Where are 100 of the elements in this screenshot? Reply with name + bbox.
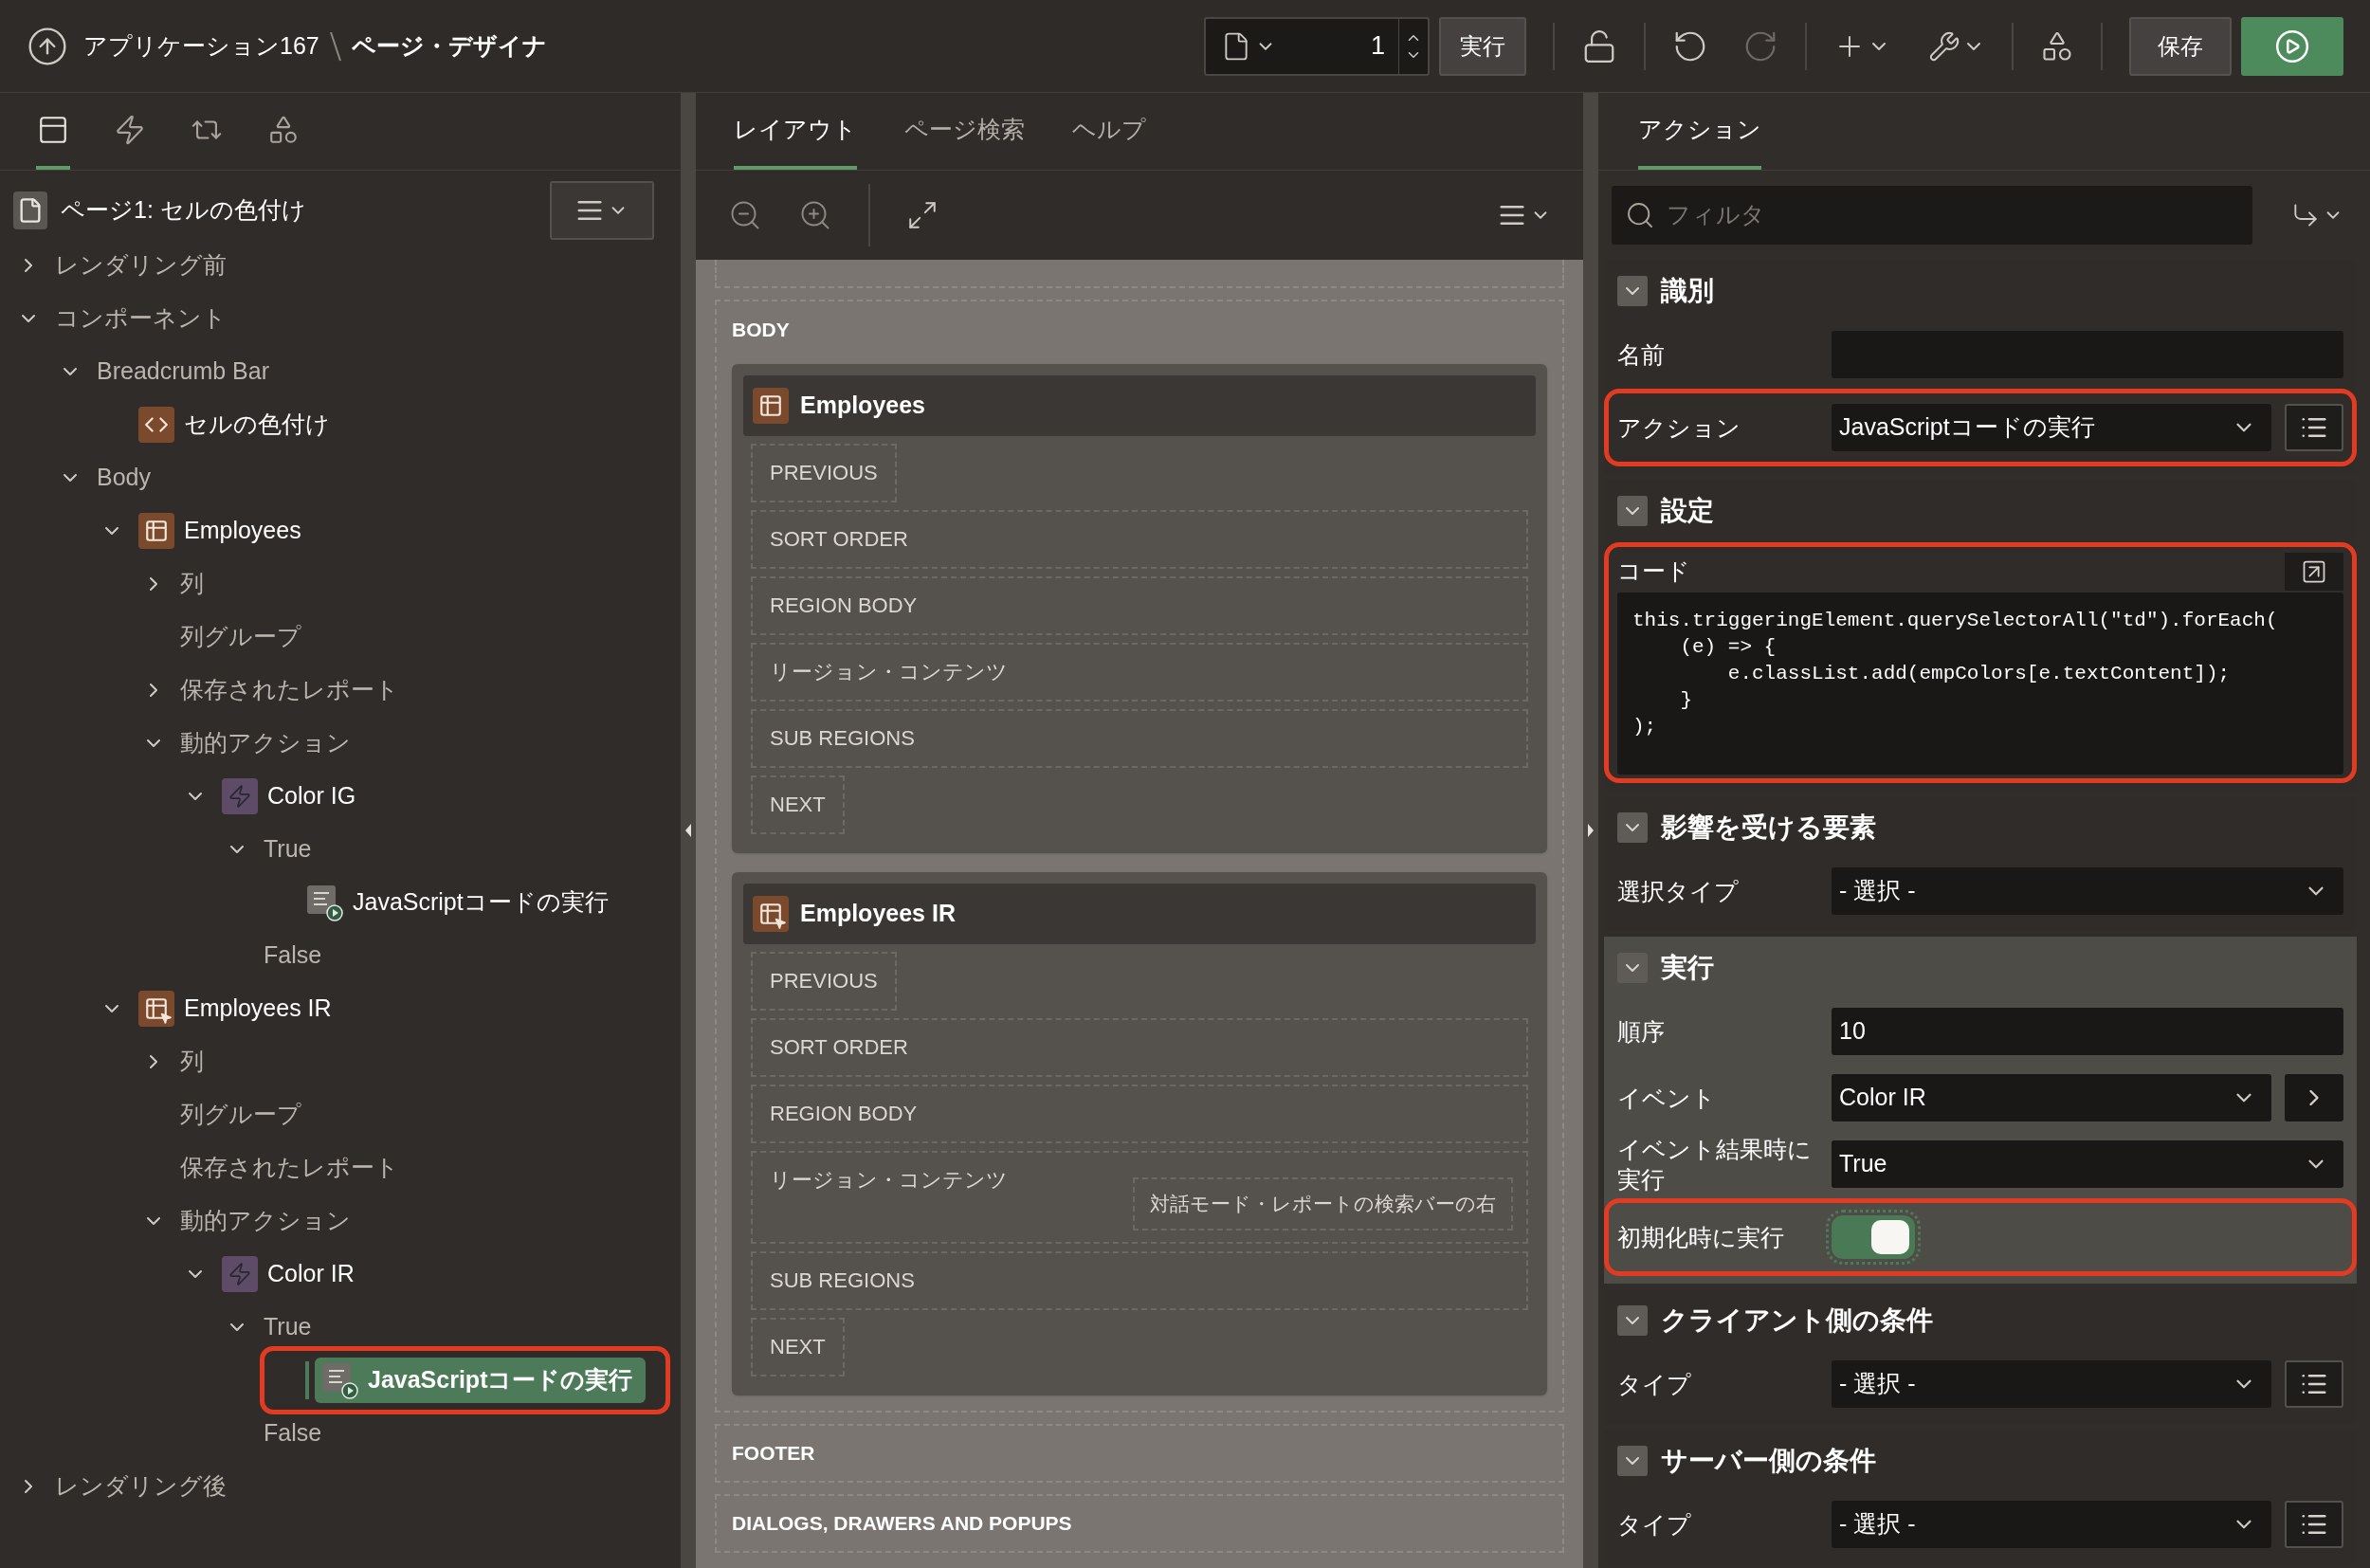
- layout-slot[interactable]: SUB REGIONS: [751, 1250, 1528, 1310]
- table-icon: [138, 513, 174, 549]
- page-number: 1: [1369, 30, 1386, 63]
- tree-item[interactable]: 保存されたレポート: [180, 672, 399, 708]
- expand-editor-button[interactable]: [2285, 553, 2343, 591]
- layout-area[interactable]: DIALOGS, DRAWERS AND POPUPS: [715, 1493, 1564, 1553]
- layout-slot[interactable]: REGION BODY: [751, 1084, 1528, 1143]
- area-label: BODY: [732, 318, 791, 342]
- table-cursor-icon: [138, 991, 174, 1027]
- tree-item[interactable]: JavaScriptコードの実行: [305, 884, 609, 921]
- code-editor[interactable]: this.triggeringElement.querySelectorAll("td").forEach( (e) => { e.classList.add(empColors[e.textContent]); } );: [1617, 593, 2343, 775]
- section-toggle[interactable]: [1617, 1446, 1648, 1476]
- lightning-icon: [222, 1256, 258, 1292]
- layout-slot[interactable]: 対話モード・レポートの検索バーの右: [1133, 1176, 1513, 1231]
- section-title: 実行: [1661, 952, 1714, 984]
- select-field[interactable]: JavaScriptコードの実行: [1832, 404, 2271, 451]
- tree-item[interactable]: 列: [180, 1044, 204, 1080]
- layout-slot[interactable]: PREVIOUS: [751, 443, 897, 502]
- tree-item[interactable]: 列グループ: [180, 1097, 301, 1133]
- tab[interactable]: レイアウト: [734, 94, 857, 170]
- tree-item[interactable]: レンダリング後: [55, 1468, 227, 1504]
- arrow-out-icon: [2301, 558, 2327, 585]
- separator-icon: [328, 29, 342, 63]
- tree-item[interactable]: 列グループ: [180, 619, 301, 655]
- selection-bar: [305, 1361, 309, 1399]
- section-title: クライアント側の条件: [1661, 1304, 1933, 1337]
- layout-slot[interactable]: リージョン・コンテンツ 対話モード・レポートの検索バーの右: [751, 1150, 1528, 1244]
- selected-tree-item[interactable]: JavaScriptコードの実行: [315, 1358, 647, 1403]
- tree-item[interactable]: Body: [97, 460, 151, 496]
- list-button[interactable]: [2285, 404, 2343, 451]
- section-toggle[interactable]: [1617, 496, 1648, 526]
- tree-item[interactable]: False: [264, 938, 322, 974]
- select-field[interactable]: - 選択 -: [1832, 867, 2343, 915]
- go-button[interactable]: 実行: [1439, 16, 1526, 76]
- tree-item[interactable]: Color IR: [222, 1256, 355, 1292]
- tree-item[interactable]: True: [264, 1309, 312, 1345]
- tab[interactable]: ヘルプ: [1072, 94, 1146, 170]
- tree-item[interactable]: 動的アクション: [180, 1203, 351, 1239]
- save-button[interactable]: 保存: [2129, 16, 2232, 76]
- tree-item[interactable]: セルの色付け: [138, 407, 330, 443]
- field-label: 初期化時に実行: [1617, 1223, 1785, 1252]
- tab[interactable]: アクション: [1638, 94, 1761, 170]
- page-icon: [13, 191, 47, 229]
- run-button[interactable]: [2241, 16, 2343, 76]
- select-field[interactable]: Color IR: [1832, 1074, 2271, 1121]
- field-label: コード: [1617, 556, 1690, 587]
- layout-slot[interactable]: SUB REGIONS: [751, 708, 1528, 768]
- tab[interactable]: ページ検索: [904, 94, 1025, 170]
- list-button[interactable]: [2285, 1501, 2343, 1548]
- breadcrumb-link[interactable]: ページ・デザイナ: [351, 27, 547, 64]
- collapse-left-icon[interactable]: [684, 823, 692, 838]
- field-label: イベント: [1617, 1084, 1717, 1113]
- layout-area[interactable]: FOOTER: [715, 1423, 1564, 1483]
- section-toggle[interactable]: [1617, 812, 1648, 843]
- body-area[interactable]: BODY Employees PREVIOUS SORT ORDER REGION BODY リージョン・コンテンツ SUB REGIONS NEXT Employees IR PREVIOUS SORT ORDER REGION BODY リージョン・コンテンツ 対話モード・レポートの検索バーの右 SUB REGIONS NEXT: [715, 300, 1564, 1413]
- text-field[interactable]: 10: [1832, 1008, 2343, 1055]
- layout-slot[interactable]: REGION BODY: [751, 575, 1528, 635]
- tree-item[interactable]: Breadcrumb Bar: [97, 354, 270, 390]
- tree-item[interactable]: Color IG: [222, 778, 356, 814]
- tree-item[interactable]: True: [264, 831, 312, 867]
- slot-label: リージョン・コンテンツ: [770, 1166, 1008, 1194]
- region-card[interactable]: Employees IR PREVIOUS SORT ORDER REGION BODY リージョン・コンテンツ 対話モード・レポートの検索バーの右 SUB REGIONS NEXT: [732, 871, 1547, 1395]
- select-field[interactable]: - 選択 -: [1832, 1360, 2271, 1408]
- section-title: 識別: [1661, 275, 1714, 307]
- expand-icon[interactable]: [906, 199, 939, 231]
- search-box[interactable]: フィルタ: [1612, 186, 2252, 245]
- select-field[interactable]: True: [1832, 1140, 2343, 1188]
- tree-item[interactable]: False: [264, 1415, 322, 1451]
- layout-slot[interactable]: NEXT: [751, 775, 845, 834]
- layout-slot[interactable]: NEXT: [751, 1317, 845, 1377]
- list-button[interactable]: [2285, 1360, 2343, 1408]
- section-toggle[interactable]: [1617, 1305, 1648, 1336]
- tree-item[interactable]: Employees IR: [138, 991, 332, 1027]
- menu-button[interactable]: [550, 181, 654, 240]
- tree-item[interactable]: Employees: [138, 513, 301, 549]
- region-header[interactable]: Employees IR: [743, 883, 1536, 944]
- filter-field[interactable]: フィルタ: [1667, 197, 2239, 233]
- section-toggle[interactable]: [1617, 953, 1648, 983]
- field-label: タイプ: [1617, 1370, 1692, 1399]
- layout-slot[interactable]: SORT ORDER: [751, 509, 1528, 569]
- layout-slot[interactable]: SORT ORDER: [751, 1017, 1528, 1077]
- region-card[interactable]: Employees PREVIOUS SORT ORDER REGION BODY リージョン・コンテンツ SUB REGIONS NEXT: [732, 363, 1547, 853]
- region-title: Employees: [800, 390, 925, 420]
- table-cursor-icon: [753, 895, 789, 932]
- layout-slot[interactable]: リージョン・コンテンツ: [751, 642, 1528, 702]
- layout-slot[interactable]: PREVIOUS: [751, 951, 897, 1011]
- breadcrumb-link[interactable]: アプリケーション167: [83, 27, 319, 64]
- tree-item[interactable]: 動的アクション: [180, 725, 351, 761]
- tree-item[interactable]: 列: [180, 566, 204, 602]
- region-header[interactable]: Employees: [743, 374, 1536, 436]
- code-icon: [138, 407, 174, 443]
- section-title: サーバー側の条件: [1661, 1445, 1876, 1477]
- section-toggle[interactable]: [1617, 276, 1648, 306]
- collapse-right-icon[interactable]: [1587, 823, 1595, 838]
- select-field[interactable]: - 選択 -: [1832, 1501, 2271, 1548]
- tree-item[interactable]: 保存されたレポート: [180, 1150, 399, 1186]
- script-play-icon: [305, 884, 343, 921]
- tree-item[interactable]: コンポーネント: [55, 301, 227, 337]
- page-selector[interactable]: 1: [1204, 16, 1430, 76]
- tree-item[interactable]: レンダリング前: [55, 247, 227, 283]
